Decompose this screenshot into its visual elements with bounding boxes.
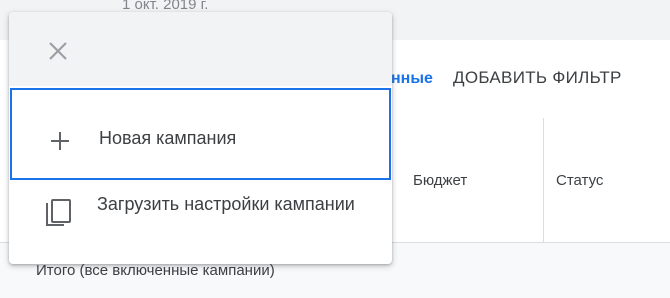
new-campaign-menu: Новая кампания Загрузить настройки кампа… (9, 12, 392, 264)
menu-header (9, 12, 392, 86)
column-header-status[interactable]: Статус (556, 172, 603, 189)
new-campaign-label: Новая кампания (99, 128, 237, 148)
copy-icon (45, 198, 73, 230)
load-campaign-settings-label: Загрузить настройки кампании (97, 194, 355, 214)
plus-icon (49, 130, 71, 152)
total-row-label: Итого (все включенные кампании) (36, 262, 275, 279)
new-campaign-item[interactable]: Новая кампания (10, 88, 391, 180)
load-campaign-settings-item[interactable]: Загрузить настройки кампании (9, 182, 392, 262)
add-filter-button[interactable]: ДОБАВИТЬ ФИЛЬТР (453, 68, 622, 88)
filter-link[interactable]: нные (391, 70, 433, 88)
close-icon[interactable] (45, 38, 71, 64)
column-header-budget[interactable]: Бюджет (413, 172, 467, 189)
